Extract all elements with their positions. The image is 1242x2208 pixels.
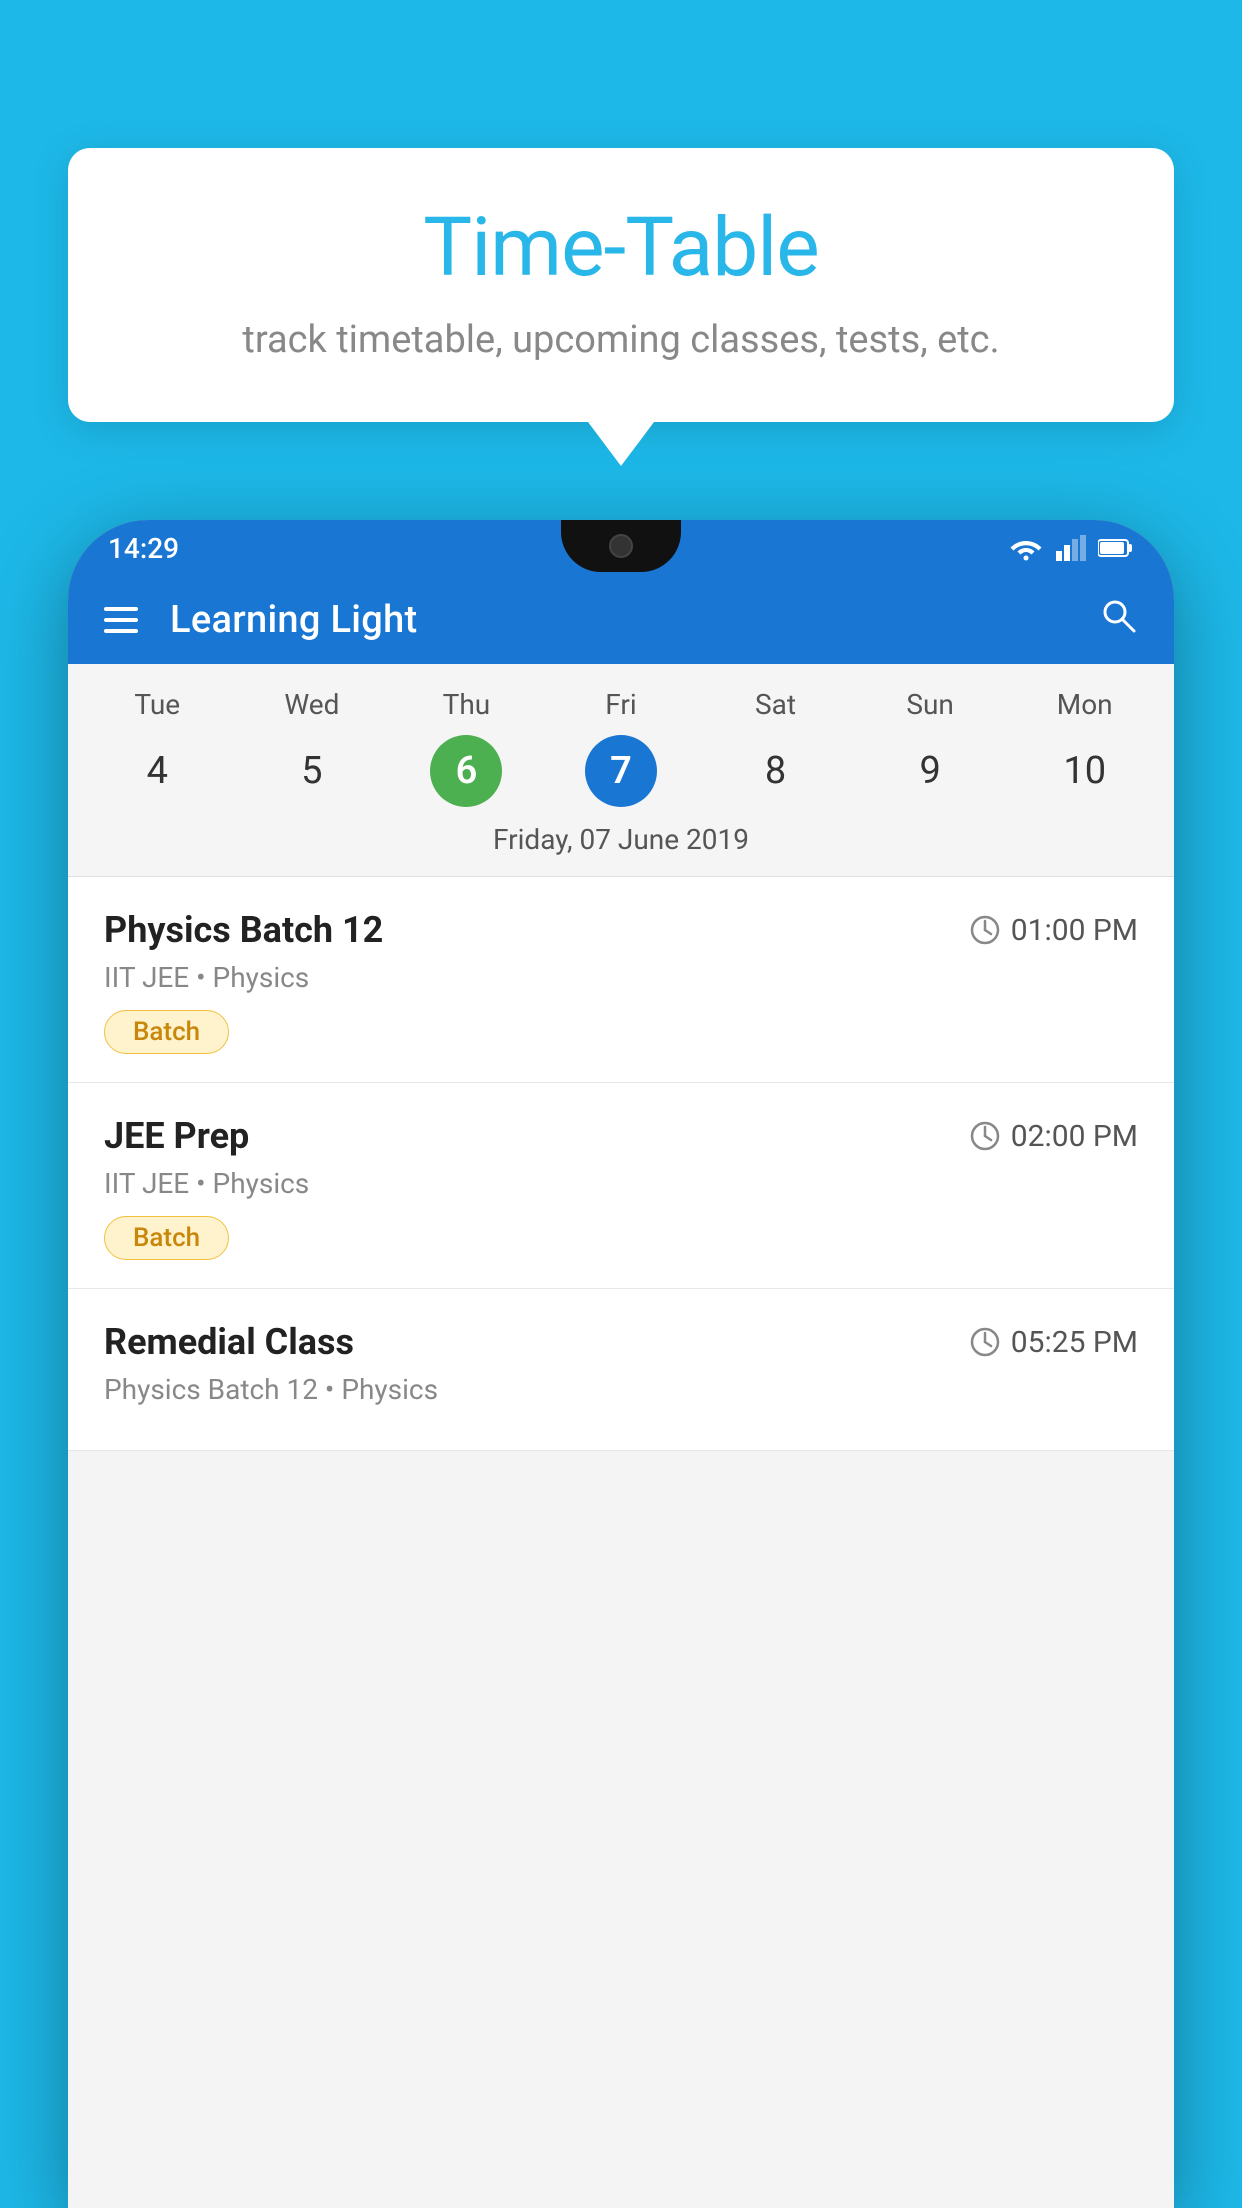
phone-frame: 14:29	[68, 520, 1174, 2208]
day-name-mon: Mon	[1007, 688, 1162, 731]
clock-icon-2	[969, 1120, 1001, 1152]
day-4[interactable]: 4	[80, 731, 235, 811]
schedule-item-2-time: 02:00 PM	[969, 1119, 1138, 1154]
schedule-item-2[interactable]: JEE Prep 02:00 PM IIT JEE • Physics Batc…	[68, 1083, 1174, 1289]
schedule-item-1-tag: Batch	[104, 1010, 229, 1054]
signal-icon	[1056, 535, 1086, 561]
clock-icon-3	[969, 1326, 1001, 1358]
day-name-fri: Fri	[544, 688, 699, 731]
day-9[interactable]: 9	[853, 731, 1008, 811]
clock-icon-1	[969, 914, 1001, 946]
day-10[interactable]: 10	[1007, 731, 1162, 811]
schedule-item-2-header: JEE Prep 02:00 PM	[104, 1115, 1138, 1157]
day-name-thu: Thu	[389, 688, 544, 731]
schedule-item-3-sub: Physics Batch 12 • Physics	[104, 1373, 1138, 1406]
day-5[interactable]: 5	[235, 731, 390, 811]
schedule-item-3-title: Remedial Class	[104, 1321, 354, 1363]
tooltip-card: Time-Table track timetable, upcoming cla…	[68, 148, 1174, 422]
search-button[interactable]	[1098, 595, 1138, 645]
wifi-icon	[1008, 535, 1044, 561]
selected-date-label: Friday, 07 June 2019	[68, 811, 1174, 876]
tooltip-subtitle: track timetable, upcoming classes, tests…	[128, 318, 1114, 362]
hamburger-menu-button[interactable]	[104, 607, 138, 633]
schedule-item-2-tag: Batch	[104, 1216, 229, 1260]
front-camera	[609, 534, 633, 558]
schedule-item-2-title: JEE Prep	[104, 1115, 249, 1157]
app-bar: Learning Light	[68, 576, 1174, 664]
day-name-tue: Tue	[80, 688, 235, 731]
schedule-list: Physics Batch 12 01:00 PM IIT JEE • Phys…	[68, 877, 1174, 1451]
calendar-strip: Tue Wed Thu Fri Sat Sun Mon 4 5 6 7 8 9 …	[68, 664, 1174, 877]
schedule-item-1-sub: IIT JEE • Physics	[104, 961, 1138, 994]
day-numbers-row: 4 5 6 7 8 9 10	[68, 731, 1174, 811]
schedule-item-3-header: Remedial Class 05:25 PM	[104, 1321, 1138, 1363]
day-name-sat: Sat	[698, 688, 853, 731]
notch	[561, 520, 681, 572]
phone-screen: 14:29	[68, 520, 1174, 2208]
schedule-item-2-sub: IIT JEE • Physics	[104, 1167, 1138, 1200]
day-6-today[interactable]: 6	[389, 731, 544, 811]
app-title: Learning Light	[170, 598, 1066, 642]
tooltip-title: Time-Table	[128, 200, 1114, 296]
schedule-item-1-title: Physics Batch 12	[104, 909, 383, 951]
schedule-item-1-header: Physics Batch 12 01:00 PM	[104, 909, 1138, 951]
schedule-item-1[interactable]: Physics Batch 12 01:00 PM IIT JEE • Phys…	[68, 877, 1174, 1083]
day-name-sun: Sun	[853, 688, 1008, 731]
day-7-selected[interactable]: 7	[544, 731, 699, 811]
schedule-item-3-time: 05:25 PM	[969, 1325, 1138, 1360]
schedule-item-1-time: 01:00 PM	[969, 913, 1138, 948]
status-icons	[1008, 535, 1134, 561]
day-name-wed: Wed	[235, 688, 390, 731]
day-names-row: Tue Wed Thu Fri Sat Sun Mon	[68, 688, 1174, 731]
day-8[interactable]: 8	[698, 731, 853, 811]
battery-icon	[1098, 537, 1134, 559]
schedule-item-3[interactable]: Remedial Class 05:25 PM Physics Batch 12…	[68, 1289, 1174, 1451]
status-time: 14:29	[108, 532, 179, 565]
